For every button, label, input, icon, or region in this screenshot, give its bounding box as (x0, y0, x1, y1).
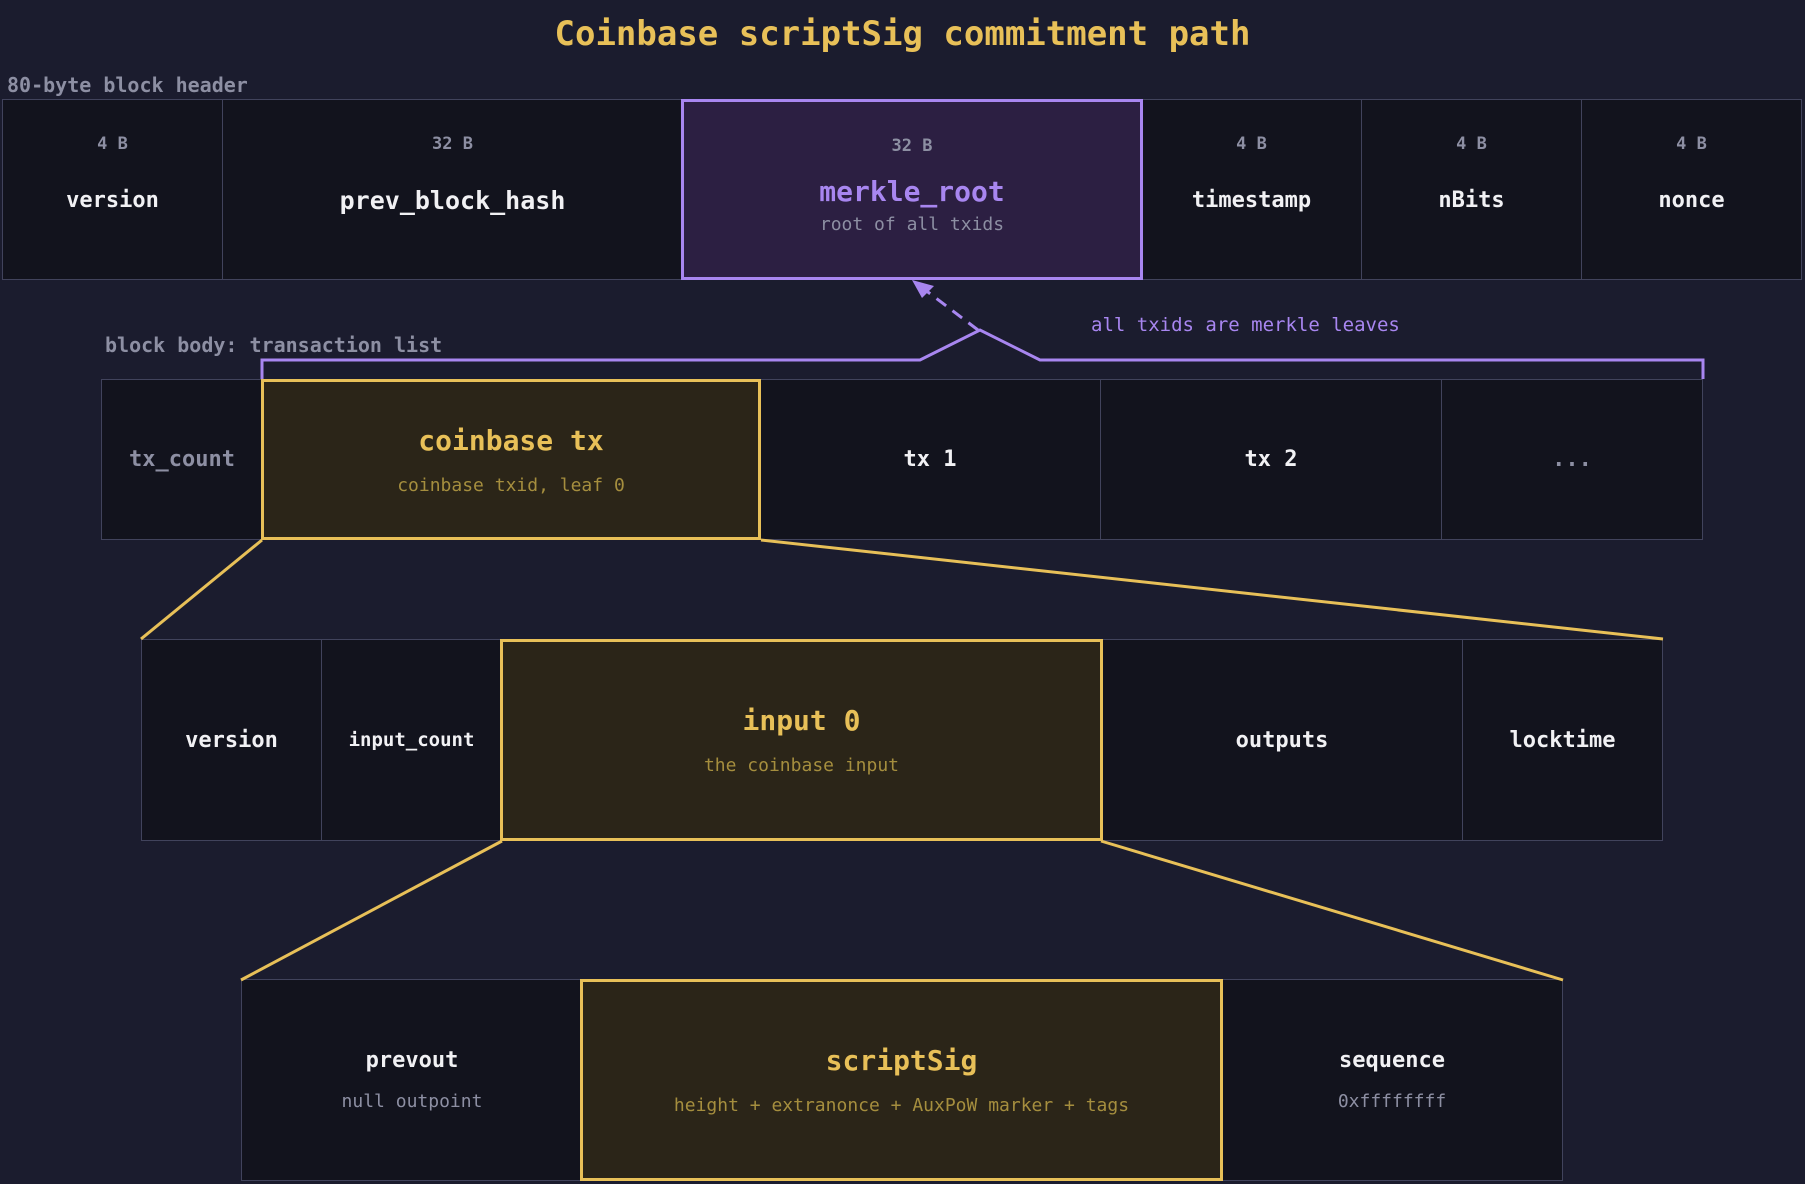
byte-size: 32 B (891, 136, 933, 156)
cell-name: input 0 (742, 704, 861, 737)
tx-version-cell: version (141, 639, 322, 841)
diagram-title: Coinbase scriptSig commitment path (554, 14, 1251, 54)
scriptsig-cell: scriptSig height + extranonce + AuxPoW m… (580, 979, 1223, 1181)
cell-name: version (185, 727, 278, 753)
more-tx-cell: ... (1441, 379, 1703, 540)
input-0-structure-row: prevout null outpoint sequence 0xfffffff… (241, 979, 1563, 1181)
cell-note: 0xffffffff (1337, 1091, 1447, 1112)
body-label: block body: transaction list (105, 333, 443, 357)
cell-name: prevout (365, 1048, 459, 1073)
cell-name: sequence (1339, 1048, 1445, 1073)
byte-size: 4 B (1676, 134, 1707, 154)
tx-2-cell: tx 2 (1100, 379, 1442, 540)
block-header-row: 4 B version 32 B prev_block_hash 4 B tim… (2, 99, 1802, 280)
field-name: timestamp (1191, 188, 1312, 213)
merkle-root-arrow (915, 281, 979, 332)
cell-note: coinbase txid, leaf 0 (397, 474, 625, 496)
field-name: prev_block_hash (339, 186, 566, 215)
transaction-list-row: tx_count tx 1 tx 2 ... coinbase tx coinb… (101, 379, 1703, 540)
field-name: merkle_root (819, 174, 1005, 208)
header-field-prev-block-hash: 32 B prev_block_hash (222, 99, 683, 280)
tx-1-cell: tx 1 (759, 379, 1101, 540)
field-name: nBits (1438, 188, 1505, 213)
field-name: nonce (1658, 188, 1725, 213)
byte-size: 32 B (432, 134, 473, 154)
header-field-nonce: 4 B nonce (1581, 99, 1802, 280)
coinbase-tx-structure-row: version input_count outputs locktime inp… (141, 639, 1663, 841)
merkle-root-arrowhead (912, 280, 934, 298)
input-count-cell: input_count (321, 639, 502, 841)
byte-size: 4 B (1236, 134, 1267, 154)
byte-size: 4 B (97, 134, 128, 154)
field-name: version (66, 188, 159, 213)
tx-count-cell: tx_count (101, 379, 263, 540)
header-field-merkle-root: 32 B merkle_root root of all txids (681, 99, 1143, 280)
prevout-cell: prevout null outpoint (241, 979, 583, 1181)
cell-name: tx_count (129, 447, 235, 472)
field-note: root of all txids (819, 213, 1005, 235)
sequence-cell: sequence 0xffffffff (1221, 979, 1563, 1181)
cell-name: tx 1 (903, 447, 957, 472)
header-field-nbits: 4 B nBits (1361, 99, 1582, 280)
coinbase-tx-cell: coinbase tx coinbase txid, leaf 0 (261, 379, 761, 540)
merkle-leaves-label: all txids are merkle leaves (1091, 314, 1400, 336)
cell-name: input_count (348, 729, 475, 751)
zoom-line-input-right (1100, 839, 1564, 982)
zoom-line-input-left (240, 839, 503, 982)
byte-size: 4 B (1456, 134, 1487, 154)
merkle-leaves-bracket (260, 328, 1705, 379)
header-field-timestamp: 4 B timestamp (1141, 99, 1362, 280)
input-0-cell: input 0 the coinbase input (500, 639, 1103, 841)
zoom-line-coinbase-left (140, 538, 263, 641)
cell-name: coinbase tx (418, 423, 604, 457)
cell-name: tx 2 (1244, 447, 1298, 472)
cell-name: scriptSig (825, 1044, 978, 1077)
header-label: 80-byte block header (7, 73, 248, 97)
locktime-cell: locktime (1462, 639, 1663, 841)
outputs-cell: outputs (1101, 639, 1463, 841)
cell-note: height + extranonce + AuxPoW marker + ta… (673, 1095, 1130, 1116)
cell-name: ... (1552, 447, 1592, 472)
cell-note: the coinbase input (703, 755, 900, 776)
header-field-version: 4 B version (2, 99, 223, 280)
cell-name: outputs (1235, 727, 1329, 753)
cell-note: null outpoint (341, 1091, 483, 1112)
cell-name: locktime (1509, 727, 1616, 753)
zoom-line-coinbase-right (760, 538, 1664, 641)
